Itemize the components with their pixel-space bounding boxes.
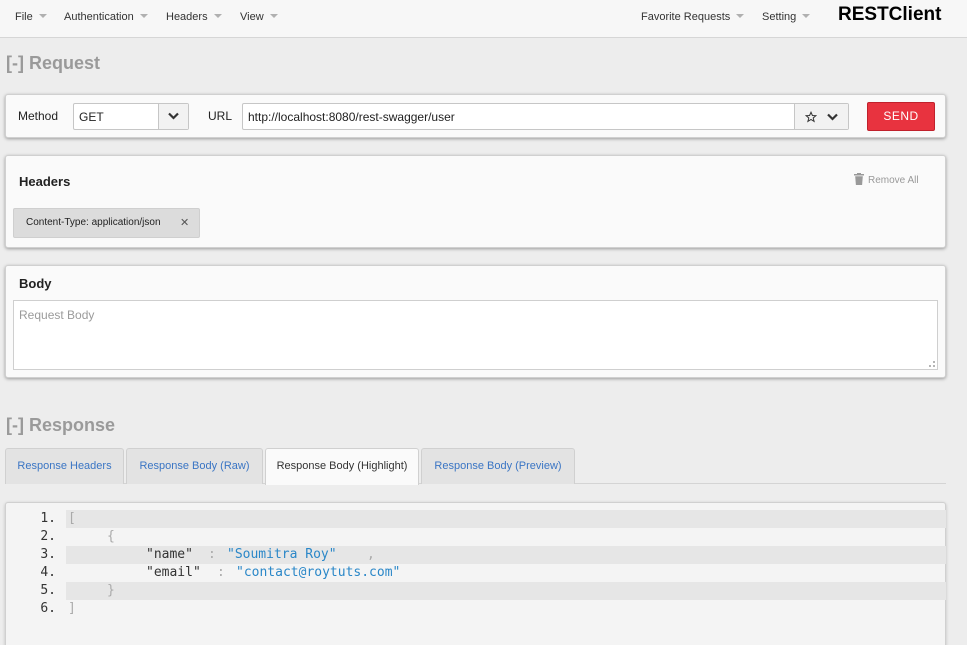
chevron-down-icon — [802, 14, 811, 19]
url-input[interactable]: http://localhost:8080/rest-swagger/user — [242, 103, 849, 130]
send-button[interactable]: SEND — [867, 102, 935, 131]
line-number: 3. — [40, 547, 56, 562]
resize-grip-icon[interactable] — [929, 361, 935, 367]
menu-file-label: File — [15, 11, 33, 23]
remove-all-label: Remove All — [868, 175, 919, 186]
code-token: "contact@roytuts.com" — [236, 565, 401, 580]
url-value: http://localhost:8080/rest-swagger/user — [248, 110, 455, 124]
trash-icon — [854, 173, 864, 185]
chevron-down-icon — [827, 113, 838, 121]
method-select[interactable]: GET — [73, 103, 189, 130]
menu-headers[interactable]: Headers — [166, 11, 222, 23]
tab-response-headers[interactable]: Response Headers — [5, 448, 124, 484]
code-token: { — [107, 529, 115, 544]
method-label: Method — [18, 109, 59, 123]
chevron-down-icon — [139, 14, 148, 19]
headers-panel: Headers Remove All Content-Type: applica… — [5, 155, 946, 248]
code-token: "email" — [146, 565, 201, 580]
response-section-toggle[interactable]: [-] Response — [6, 415, 115, 436]
body-panel: Body Request Body — [5, 265, 946, 378]
headers-title: Headers — [19, 174, 71, 189]
method-value: GET — [79, 110, 104, 124]
request-section-toggle[interactable]: [-] Request — [6, 53, 100, 74]
close-icon[interactable]: ✕ — [180, 209, 189, 237]
url-label: URL — [208, 109, 233, 123]
header-chip-label: Content-Type: application/json — [26, 217, 161, 228]
code-token: } — [107, 583, 115, 598]
menu-bar: File Authentication Headers View Favorit… — [0, 0, 967, 38]
code-line: 6. ] — [6, 600, 946, 618]
body-title: Body — [19, 276, 52, 291]
chevron-down-icon[interactable] — [158, 104, 188, 129]
request-body-textarea[interactable]: Request Body — [13, 300, 938, 370]
menu-authentication[interactable]: Authentication — [64, 11, 148, 23]
menu-setting[interactable]: Setting — [762, 11, 811, 23]
code-token: ] — [68, 601, 76, 616]
code-token: [ — [68, 511, 76, 526]
code-line: 5. } — [6, 582, 946, 600]
chevron-down-icon — [269, 14, 278, 19]
menu-file[interactable]: File — [15, 11, 47, 23]
code-line: 3. "name" : "Soumitra Roy" , — [6, 546, 946, 564]
line-number: 5. — [40, 583, 56, 598]
menu-favorite-requests-label: Favorite Requests — [641, 11, 731, 23]
code-line: 4. "email" : "contact@roytuts.com" — [6, 564, 946, 582]
remove-all-button[interactable]: Remove All — [854, 173, 919, 186]
chevron-down-icon — [213, 14, 222, 19]
code-token: "name" — [146, 547, 193, 562]
star-icon — [804, 110, 818, 123]
header-chip[interactable]: Content-Type: application/json ✕ — [13, 208, 200, 238]
menu-favorite-requests[interactable]: Favorite Requests — [641, 11, 745, 23]
chevron-down-icon — [38, 14, 47, 19]
code-token: : — [208, 547, 216, 562]
menu-headers-label: Headers — [166, 11, 208, 23]
menu-view[interactable]: View — [240, 11, 278, 23]
request-bar: Method GET URL http://localhost:8080/res… — [5, 94, 946, 138]
favorite-dropdown[interactable] — [794, 104, 848, 129]
menu-view-label: View — [240, 11, 264, 23]
code-line: 2. { — [6, 528, 946, 546]
app-brand: RESTClient — [838, 4, 942, 25]
response-code-view: 1. [ 2. { 3. "name" : "Soumitra Roy" , 4… — [5, 502, 946, 645]
line-number: 1. — [40, 511, 56, 526]
tab-response-body-preview[interactable]: Response Body (Preview) — [421, 448, 575, 484]
line-number: 4. — [40, 565, 56, 580]
chevron-down-icon — [736, 14, 745, 19]
tab-response-body-highlight[interactable]: Response Body (Highlight) — [265, 448, 419, 485]
line-number: 2. — [40, 529, 56, 544]
tab-response-body-raw[interactable]: Response Body (Raw) — [126, 448, 263, 484]
code-token: "Soumitra Roy" — [227, 547, 337, 562]
menu-authentication-label: Authentication — [64, 11, 134, 23]
menu-setting-label: Setting — [762, 11, 797, 23]
request-body-placeholder: Request Body — [19, 308, 95, 322]
code-token: : — [217, 565, 225, 580]
code-token: , — [367, 547, 375, 562]
code-line: 1. [ — [6, 510, 946, 528]
line-number: 6. — [40, 601, 56, 616]
